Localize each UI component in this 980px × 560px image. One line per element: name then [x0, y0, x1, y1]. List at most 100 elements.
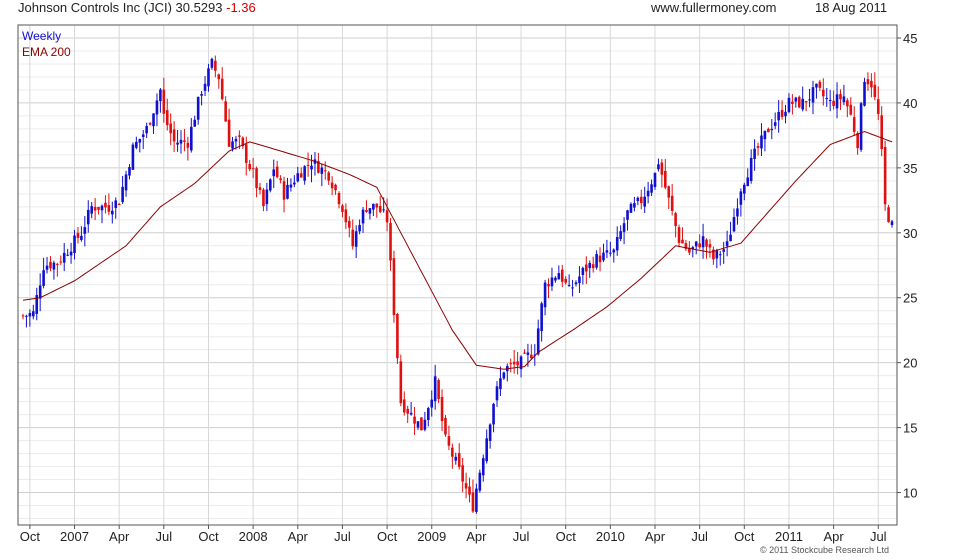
- candle-body: [135, 141, 138, 148]
- candle-body: [660, 162, 664, 175]
- copyright: © 2011 Stockcube Research Ltd: [760, 545, 890, 555]
- candle-body: [378, 205, 382, 213]
- candle-body: [416, 421, 420, 428]
- candle-body: [540, 303, 543, 332]
- candle-body: [502, 372, 506, 379]
- candle-body: [341, 205, 344, 212]
- candle-body: [179, 139, 183, 144]
- candle-body: [66, 254, 69, 256]
- candle-body: [567, 285, 571, 287]
- plot-frame: [17, 24, 898, 526]
- candle-body: [856, 133, 859, 149]
- candle-body: [111, 210, 114, 215]
- candle-body: [214, 60, 217, 71]
- candle-body: [69, 251, 73, 256]
- candle-body: [296, 173, 300, 182]
- candle-body: [372, 203, 375, 210]
- candle-body: [49, 261, 52, 269]
- candle-body: [698, 243, 701, 248]
- candle-body: [767, 128, 770, 133]
- candle-body: [677, 227, 681, 243]
- candle-body: [286, 184, 289, 199]
- candle-body: [196, 96, 200, 120]
- candle-body: [186, 142, 190, 148]
- candle-body: [238, 135, 241, 137]
- candle-body: [547, 284, 550, 287]
- candle-body: [598, 255, 602, 263]
- candle-body: [145, 126, 148, 134]
- candle-body: [516, 361, 519, 366]
- candle-body: [550, 277, 554, 287]
- candle-body: [839, 94, 842, 100]
- candle-body: [138, 138, 142, 143]
- candle-body: [866, 79, 870, 85]
- candle-body: [190, 126, 193, 151]
- candle-body: [148, 123, 152, 125]
- x-tick-label: Apr: [109, 529, 130, 544]
- candle-body: [732, 217, 736, 232]
- candle-body: [86, 209, 90, 225]
- candle-body: [117, 204, 121, 206]
- candle-body: [454, 456, 458, 461]
- candle-body: [128, 167, 131, 176]
- price-chart: 10 15 20 25 30 35 40 45 Oct 2007 Apr Jul Oct 2008 Apr…: [17, 24, 917, 544]
- candle-body: [736, 208, 739, 217]
- candle-body: [832, 100, 835, 107]
- candle-body: [172, 129, 176, 142]
- candle-body: [299, 173, 303, 178]
- candle-body: [571, 287, 574, 289]
- candle-body: [808, 99, 811, 101]
- candle-body: [396, 313, 399, 359]
- candle-body: [440, 396, 444, 422]
- candle-body: [485, 438, 488, 462]
- candle-body: [763, 130, 767, 140]
- candle-body: [289, 184, 293, 188]
- candle-body: [100, 205, 104, 211]
- candle-body: [701, 236, 705, 248]
- candle-body: [97, 206, 100, 210]
- candle-body: [595, 254, 598, 268]
- candle-body: [354, 231, 358, 247]
- candle-body: [121, 186, 124, 203]
- grid-lines: [18, 25, 897, 525]
- y-tick-label: 40: [903, 96, 917, 111]
- candle-body: [694, 241, 698, 247]
- candle-body: [255, 168, 258, 189]
- candle-body: [475, 488, 478, 512]
- candle-body: [780, 110, 784, 117]
- candle-body: [804, 101, 808, 103]
- candle-body: [348, 220, 351, 228]
- candle-body: [543, 282, 547, 308]
- candle-body: [588, 262, 592, 269]
- x-tick-label: Oct: [556, 529, 577, 544]
- candle-body: [231, 141, 234, 149]
- candle-body: [643, 196, 646, 207]
- candle-body: [777, 111, 780, 121]
- candle-body: [207, 68, 210, 87]
- candle-body: [248, 164, 251, 170]
- candle-body: [815, 83, 818, 88]
- candle-body: [753, 148, 756, 160]
- candle-body: [141, 134, 145, 138]
- x-tick-label: Oct: [20, 529, 41, 544]
- candle-body: [310, 165, 313, 170]
- candle-body: [90, 206, 93, 214]
- candle-body: [38, 285, 42, 299]
- candle-body: [629, 203, 633, 213]
- candle-body: [636, 197, 640, 202]
- candle-body: [835, 94, 839, 109]
- candle-body: [718, 254, 722, 256]
- candle-body: [56, 263, 59, 265]
- candle-body: [488, 424, 492, 441]
- candle-body: [183, 140, 186, 142]
- candle-body: [351, 229, 355, 247]
- x-tick-label: Apr: [466, 529, 487, 544]
- candle-body: [382, 209, 385, 211]
- candle-body: [530, 354, 533, 359]
- candle-body: [870, 80, 873, 88]
- candle-body: [653, 172, 657, 188]
- candle-body: [536, 328, 540, 355]
- candle-body: [62, 252, 66, 263]
- candle-body: [423, 419, 427, 430]
- candle-body: [887, 207, 890, 223]
